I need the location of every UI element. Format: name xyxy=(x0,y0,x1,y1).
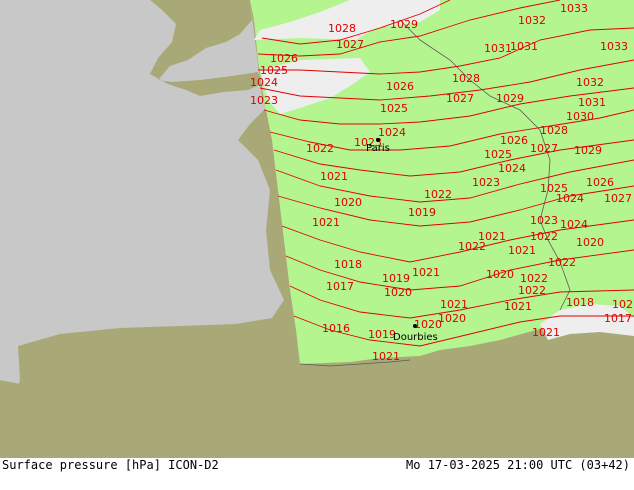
isobar-label: 1021 xyxy=(508,244,536,257)
isobar-label: 1020 xyxy=(486,268,514,281)
isobar-label: 1022 xyxy=(530,230,558,243)
isobar-label: 1019 xyxy=(382,272,410,285)
isobar-label: 1033 xyxy=(600,40,628,53)
isobar-label: 1025 xyxy=(484,148,512,161)
isobar-label: 1018 xyxy=(334,258,362,271)
map-timestamp: Mo 17-03-2025 21:00 UTC (03+42) xyxy=(406,458,630,472)
city-marker xyxy=(413,324,417,328)
isobar-label: 1031 xyxy=(578,96,606,109)
isobar-label: 1020 xyxy=(384,286,412,299)
isobar-label: 1020 xyxy=(334,196,362,209)
map-svg: 1028 1029 103210331027 10311031102610331025… xyxy=(0,0,634,458)
isobar-label: 1033 xyxy=(560,2,588,15)
isobar-label: 1030 xyxy=(566,110,594,123)
isobar-label: 1020 xyxy=(576,236,604,249)
isobar-label: 1027 xyxy=(604,192,632,205)
isobar-label: 1021 xyxy=(320,170,348,183)
isobar-label: 1029 xyxy=(390,18,418,31)
isobar-label: 1022 xyxy=(424,188,452,201)
isobar-label: 1028 xyxy=(452,72,480,85)
isobar-label: 1017 xyxy=(604,312,632,325)
isobar-label: 1022 xyxy=(548,256,576,269)
isobar-label: 1026 xyxy=(586,176,614,189)
isobar-label: 1021 xyxy=(504,300,532,313)
isobar-label: 1021 xyxy=(612,298,634,311)
isobar-label: 1021 xyxy=(412,266,440,279)
isobar-label: 1022 xyxy=(306,142,334,155)
isobar-label: 1027 xyxy=(530,142,558,155)
isobar-label: 1031 xyxy=(510,40,538,53)
isobar-label: 1032 xyxy=(576,76,604,89)
isobar-label: 1021 xyxy=(372,350,400,363)
isobar-label: 1027 xyxy=(336,38,364,51)
isobar-label: 1029 xyxy=(574,144,602,157)
isobar-label: 1023 xyxy=(530,214,558,227)
isobar-label: 1024 xyxy=(250,76,278,89)
isobar-label: 1026 xyxy=(500,134,528,147)
isobar-label: 1017 xyxy=(326,280,354,293)
isobar-label: 1028 xyxy=(328,22,356,35)
isobar-label: 1028 xyxy=(540,124,568,137)
isobar-label: 1024 xyxy=(498,162,526,175)
isobar-label: 1022 xyxy=(518,284,546,297)
isobar-label: 1024 xyxy=(560,218,588,231)
isobar-label: 1026 xyxy=(386,80,414,93)
isobar-label: 1021 xyxy=(440,298,468,311)
isobar-label: 1024 xyxy=(556,192,584,205)
isobar-label: 1016 xyxy=(322,322,350,335)
isobar-label: 1024 xyxy=(378,126,406,139)
isobar-label: 1023 xyxy=(250,94,278,107)
city-label-dourbies: Dourbies xyxy=(393,332,438,343)
isobar-label: 1018 xyxy=(566,296,594,309)
isobar-label: 1031 xyxy=(484,42,512,55)
city-label-paris: Paris xyxy=(366,143,390,154)
isobar-label: 1022 xyxy=(458,240,486,253)
isobar-label: 1020 xyxy=(438,312,466,325)
isobar-label: 1027 xyxy=(446,92,474,105)
isobar-label: 1029 xyxy=(496,92,524,105)
pressure-map: 1028 1029 1032 1033 1027 1031 1031 1026 1033 1025… xyxy=(0,0,634,458)
isobar-label: 1032 xyxy=(518,14,546,27)
isobar-label: 1025 xyxy=(380,102,408,115)
isobar-label: 1021 xyxy=(532,326,560,339)
city-marker xyxy=(376,138,380,142)
isobar-label: 1019 xyxy=(368,328,396,341)
isobar-label: 1021 xyxy=(312,216,340,229)
isobar-label: 1019 xyxy=(408,206,436,219)
isobar-label: 1023 xyxy=(472,176,500,189)
footer-bar: Surface pressure [hPa] ICON-D2 Mo 17-03-… xyxy=(0,458,634,490)
map-title: Surface pressure [hPa] ICON-D2 xyxy=(2,458,219,472)
